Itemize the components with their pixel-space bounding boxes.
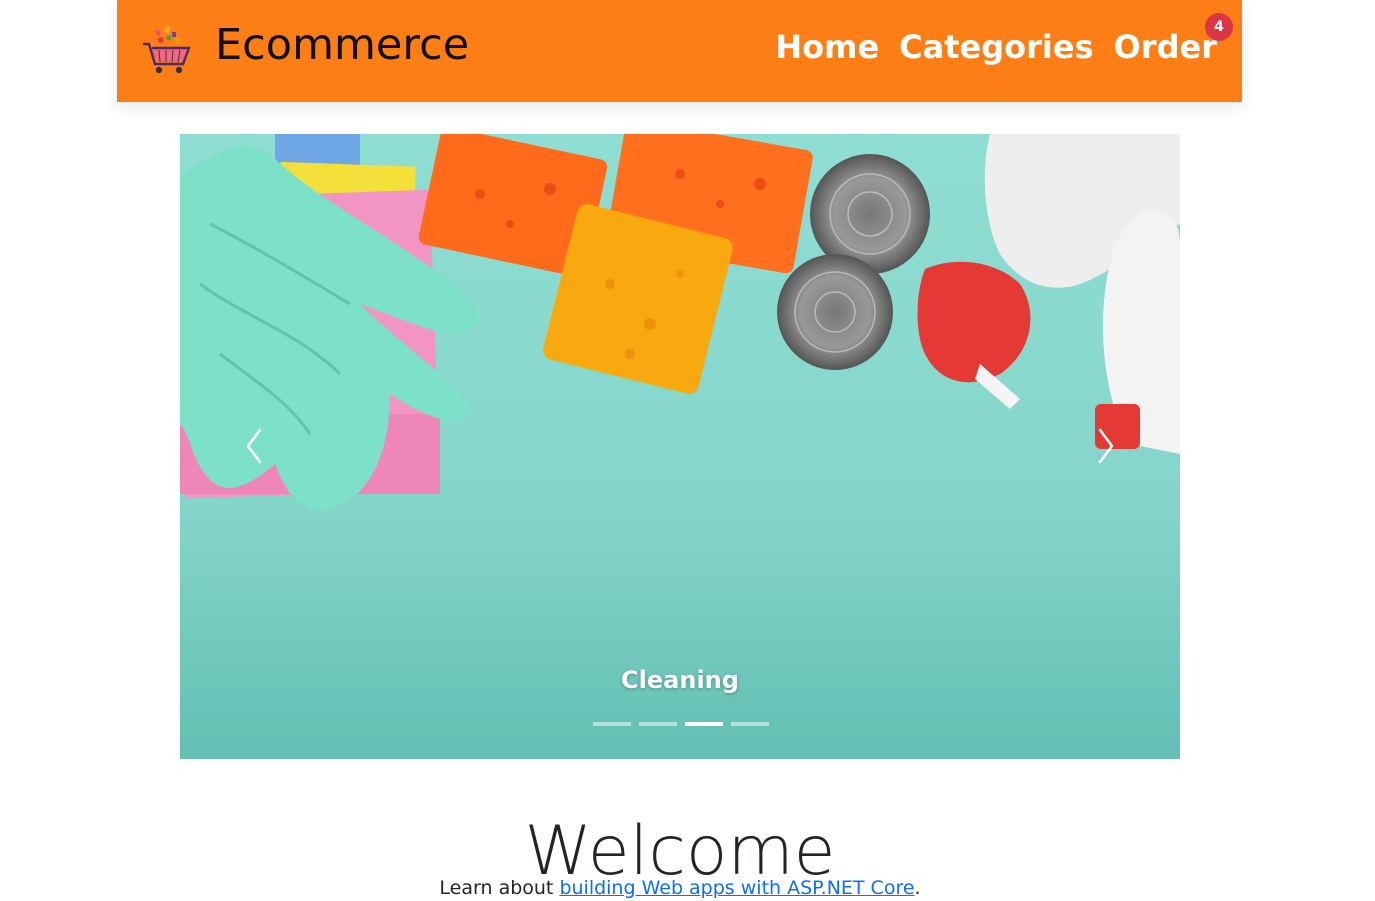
chevron-left-icon	[246, 428, 262, 464]
order-count-badge: 4	[1205, 13, 1233, 41]
learn-suffix: .	[914, 877, 921, 899]
carousel-indicator-4[interactable]	[731, 722, 769, 726]
shopping-cart-logo-icon	[143, 25, 191, 74]
learn-about-text: Learn about building Web apps with ASP.N…	[0, 875, 1360, 901]
nav-home[interactable]: Home	[775, 26, 879, 68]
navbar: Ecommerce Home Categories Order 4	[117, 0, 1242, 102]
carousel-indicators	[593, 722, 769, 726]
carousel-caption: Cleaning	[621, 666, 739, 694]
aspnet-docs-link[interactable]: building Web apps with ASP.NET Core	[559, 877, 914, 899]
main-nav: Home Categories Order 4	[775, 13, 1233, 68]
brand-name: Ecommerce	[215, 20, 470, 70]
carousel-indicator-1[interactable]	[593, 722, 631, 726]
carousel-indicator-3[interactable]	[685, 722, 723, 726]
carousel-indicator-2[interactable]	[639, 722, 677, 726]
carousel-next-button[interactable]	[1084, 424, 1124, 468]
carousel-prev-button[interactable]	[236, 424, 276, 468]
chevron-right-icon	[1098, 428, 1114, 464]
nav-categories[interactable]: Categories	[899, 26, 1093, 68]
hero-carousel: Cleaning	[180, 134, 1180, 759]
nav-order[interactable]: Order 4	[1113, 13, 1233, 68]
learn-prefix: Learn about	[439, 877, 560, 899]
nav-order-label: Order	[1113, 28, 1217, 66]
brand[interactable]: Ecommerce	[139, 20, 469, 80]
